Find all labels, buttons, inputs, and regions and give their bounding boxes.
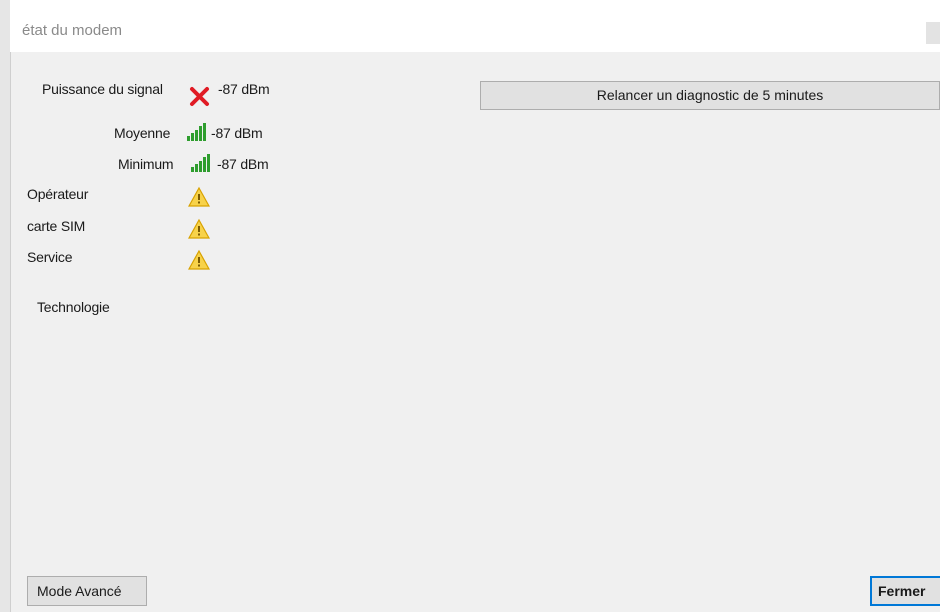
window-title: état du modem — [22, 22, 123, 39]
advanced-mode-button[interactable]: Mode Avancé — [27, 576, 147, 606]
operator-label: Opérateur — [27, 186, 89, 202]
minimum-value: -87 dBm — [217, 156, 269, 172]
average-value: -87 dBm — [211, 125, 263, 141]
average-label: Moyenne — [114, 125, 171, 141]
warning-icon — [187, 249, 211, 271]
modem-status-window: état du modem Puissance du signal -87 dB… — [0, 0, 940, 612]
signal-bars-icon — [189, 152, 211, 174]
service-label: Service — [27, 249, 73, 265]
minimum-label: Minimum — [118, 156, 174, 172]
signal-strength-label: Puissance du signal — [42, 81, 163, 97]
title-bar-button[interactable] — [926, 22, 940, 44]
rerun-diagnostic-button[interactable]: Relancer un diagnostic de 5 minutes — [480, 81, 940, 110]
sim-card-label: carte SIM — [27, 218, 86, 234]
warning-icon — [187, 218, 211, 240]
technology-label: Technologie — [37, 299, 110, 315]
title-bar: état du modem — [10, 0, 940, 52]
signal-bars-icon — [185, 121, 207, 143]
close-button[interactable]: Fermer — [870, 576, 940, 606]
error-x-icon — [189, 85, 211, 107]
signal-strength-value: -87 dBm — [218, 81, 270, 97]
window-left-edge — [0, 0, 11, 612]
warning-icon — [187, 186, 211, 208]
